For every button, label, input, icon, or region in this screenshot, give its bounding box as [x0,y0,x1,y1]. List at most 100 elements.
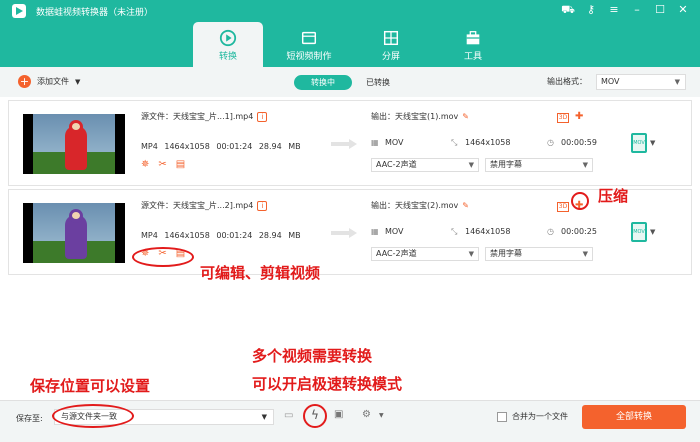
audio-select[interactable]: AAC-2声道 ▼ [371,247,479,261]
clock-icon: ◷ [547,227,554,236]
format-profile-icon[interactable]: MOV [631,222,647,242]
gear-icon[interactable]: ⚙ [362,409,371,420]
output-format-select[interactable]: MOV ▼ [596,74,686,90]
format-profile-icon[interactable]: MOV [631,133,647,153]
compress-icon[interactable]: ✚ [575,111,583,122]
convert-all-button[interactable]: 全部转换 [582,405,686,429]
output-resolution: 1464x1058 [465,138,511,147]
resolution-icon: ⤡ [451,227,458,236]
output-duration: 00:00:25 [561,227,597,236]
chevron-down-icon: ▼ [468,161,474,169]
edit-tools: ✵ ✂ ▤ [141,159,185,170]
tab-split-screen-label: 分屏 [381,52,400,62]
annotation-circle-edit [132,247,194,267]
rename-icon[interactable]: ✎ [462,201,469,210]
folder-icon[interactable]: ▭ [284,410,293,421]
subtitle-value: 禁用字幕 [490,249,522,258]
cut-icon[interactable]: ✂ [158,159,166,170]
output-filename-text: 输出：天线宝宝(1).mov [371,112,459,121]
resolution-icon: ⤡ [451,138,458,147]
tab-convert-label: 转换 [218,52,237,62]
merge-checkbox[interactable] [497,411,507,422]
output-format: MOV [385,227,404,236]
video-thumbnail[interactable] [23,114,125,174]
info-icon[interactable]: i [257,112,268,122]
audio-select[interactable]: AAC-2声道 ▼ [371,158,479,172]
clock-icon: ◷ [547,138,554,147]
annotation-multi-2: 可以开启极速转换模式 [252,375,403,393]
3d-icon[interactable]: 3D [557,202,569,212]
chevron-down-icon: ▼ [582,161,588,169]
add-file-button[interactable]: + 添加文件 ▼ [18,75,80,88]
merge-label: 合并为一个文件 [512,412,568,421]
chevron-down-icon[interactable]: ▼ [650,139,655,147]
add-file-label: 添加文件 [37,77,69,86]
tab-toolbox-label: 工具 [463,52,482,62]
source-meta: MP4 1464x1058 00:01:24 28.94 MB [141,231,301,240]
info-icon[interactable]: i [257,201,268,211]
chevron-down-icon: ▼ [261,413,267,421]
subtitle-value: 禁用字幕 [490,160,522,169]
cart-icon[interactable]: ⛟ [561,3,575,17]
tab-converted[interactable]: 已转换 [366,75,390,90]
arrow-right-icon [331,228,357,238]
tab-short-video[interactable]: 短视频制作 [274,22,344,67]
close-icon[interactable]: ✕ [676,3,690,17]
output-info: ▦ MOV ⤡ 1464x1058 ◷ 00:00:25 [371,227,603,240]
output-info: ▦ MOV ⤡ 1464x1058 ◷ 00:00:59 [371,138,603,151]
split-screen-icon [383,30,399,46]
edit-icon[interactable]: ▤ [176,159,185,170]
annotation-circle-lightning [303,404,327,428]
tab-toolbox[interactable]: 工具 [438,22,508,67]
minimize-icon[interactable]: – [630,3,644,17]
subtitle-select[interactable]: 禁用字幕 ▼ [485,158,593,172]
audio-value: AAC-2声道 [376,160,417,169]
short-video-icon [301,31,317,45]
subtitle-select[interactable]: 禁用字幕 ▼ [485,247,593,261]
tab-split-screen[interactable]: 分屏 [356,22,426,67]
chevron-down-icon[interactable]: ▼ [75,78,80,86]
convert-icon [219,29,237,47]
main-tabs: 转换 短视频制作 分屏 工具 [0,22,700,67]
maximize-icon[interactable]: ☐ [653,3,667,17]
annotation-multi-1: 多个视频需要转换 [252,347,373,365]
3d-icon[interactable]: 3D [557,113,569,123]
file-row: 源文件：天线宝宝_片...2].mp4 i MP4 1464x1058 00:01… [8,189,692,275]
arrow-right-icon [331,139,357,149]
menu-icon[interactable]: ≡ [607,3,621,17]
chevron-down-icon[interactable]: ▼ [379,412,384,419]
film-icon: ▦ [371,227,379,236]
annotation-save-location: 保存位置可以设置 [30,377,151,395]
save-to-label: 保存至: [16,414,43,423]
output-resolution: 1464x1058 [465,227,511,236]
toolbar: + 添加文件 ▼ 转换中 已转换 输出格式： MOV ▼ [0,67,700,97]
output-filename-text: 输出：天线宝宝(2).mov [371,201,459,210]
source-filename-text: 源文件：天线宝宝_片...2].mp4 [141,201,254,210]
title-bar: 数据蛙视频转换器（未注册） ⛟ ⚷ ≡ – ☐ ✕ [0,0,700,22]
chevron-down-icon: ▼ [468,250,474,258]
tab-convert[interactable]: 转换 [193,22,263,67]
tab-converting[interactable]: 转换中 [294,75,352,90]
tab-short-video-label: 短视频制作 [286,52,332,62]
gpu-icon[interactable]: ▣ [334,409,343,420]
source-filename-text: 源文件：天线宝宝_片...1].mp4 [141,112,254,121]
window-controls: ⛟ ⚷ ≡ – ☐ ✕ [561,3,690,17]
annotation-circle-save [52,404,134,428]
annotation-edit-clip: 可编辑、剪辑视频 [200,264,321,282]
merge-option[interactable]: 合并为一个文件 [497,411,568,422]
annotation-compress: 压缩 [598,187,629,205]
rename-icon[interactable]: ✎ [462,112,469,121]
video-thumbnail[interactable] [23,203,125,263]
chevron-down-icon[interactable]: ▼ [650,228,655,236]
output-format: MOV [385,138,404,147]
key-icon[interactable]: ⚷ [584,3,598,17]
app-logo-icon [12,4,26,18]
file-row: 源文件：天线宝宝_片...1].mp4 i MP4 1464x1058 00:01… [8,100,692,186]
source-meta: MP4 1464x1058 00:01:24 28.94 MB [141,142,301,151]
enhance-icon[interactable]: ✵ [141,159,149,170]
source-filename: 源文件：天线宝宝_片...1].mp4 i [141,111,268,122]
chevron-down-icon: ▼ [582,250,588,258]
toolbox-icon [466,31,480,45]
app-title: 数据蛙视频转换器（未注册） [36,7,154,18]
add-icon: + [18,75,31,88]
